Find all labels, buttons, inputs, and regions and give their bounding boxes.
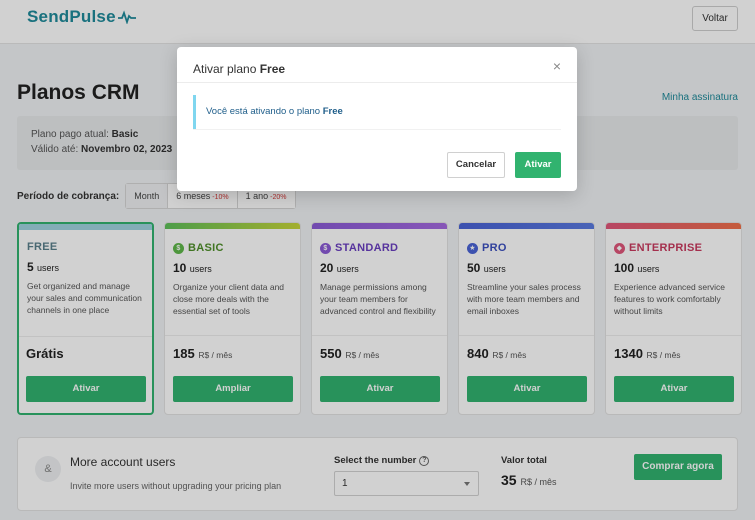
cancel-button[interactable]: Cancelar <box>447 152 505 178</box>
divider <box>193 129 561 130</box>
close-icon[interactable]: × <box>551 59 563 73</box>
activate-plan-modal: Ativar plano Free × Você está ativando o… <box>177 47 577 191</box>
modal-title: Ativar plano Free <box>193 62 286 76</box>
confirm-activate-button[interactable]: Ativar <box>515 152 561 178</box>
info-alert: Você está ativando o plano Free <box>193 95 561 129</box>
divider <box>177 82 577 83</box>
